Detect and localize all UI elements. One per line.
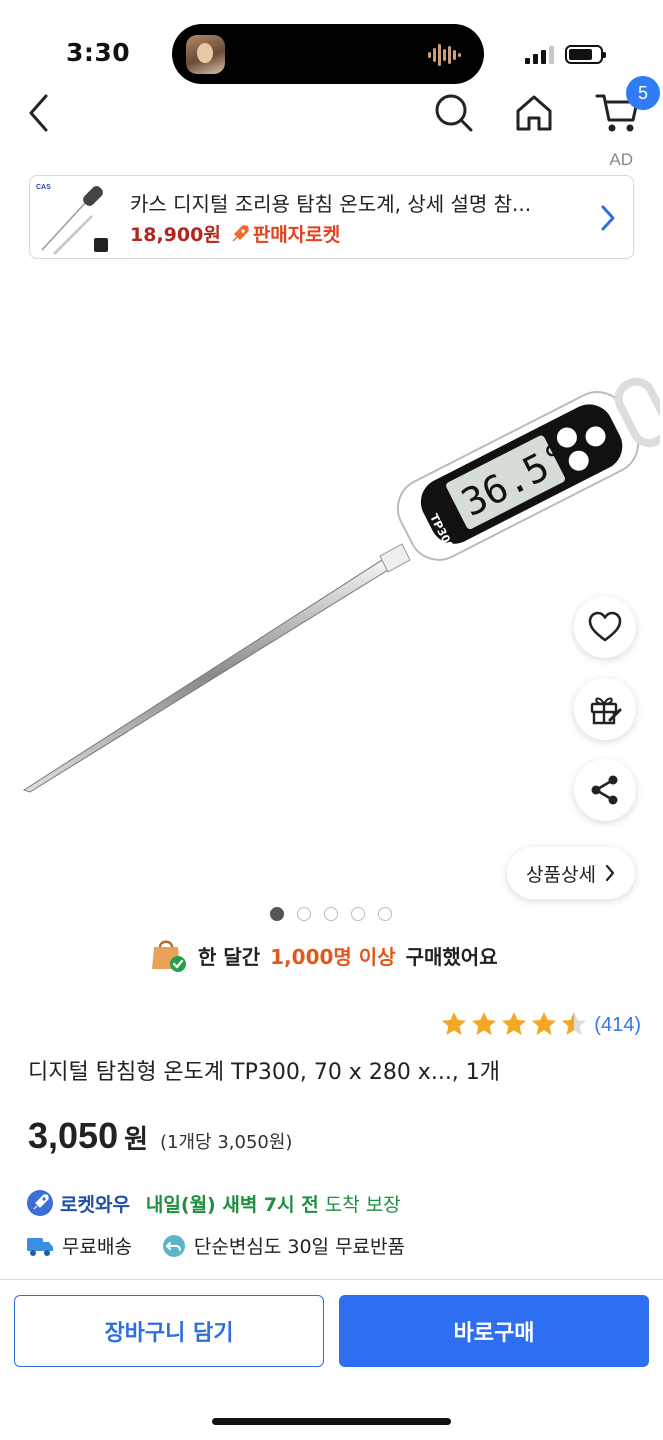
star-icons: [442, 1012, 587, 1035]
cellular-signal-icon: [525, 46, 555, 64]
rocket-wow-label: 로켓와우: [60, 1193, 130, 1216]
add-to-cart-button[interactable]: 장바구니 담기: [14, 1295, 324, 1367]
purchase-count: 1,000명 이상: [270, 944, 396, 969]
delivery-info: 로켓와우 내일(월) 새벽 7시 전 도착 보장: [26, 1189, 401, 1217]
rocket-icon: [232, 224, 249, 242]
now-playing-artwork: [186, 35, 225, 74]
star-rating: [440, 1010, 588, 1040]
price-currency: 원: [124, 1125, 149, 1155]
gift-button[interactable]: [574, 678, 636, 740]
product-title: 디지털 탐침형 온도계 TP300, 70 x 280 x..., 1개: [28, 1060, 501, 1085]
chevron-right-icon: [605, 864, 615, 882]
ad-title: 카스 디지털 조리용 탐침 온도계, 상세 설명 참...: [130, 192, 532, 216]
seller-rocket-badge: 판매자로켓: [229, 220, 340, 247]
search-icon: [435, 94, 473, 132]
rating[interactable]: (414): [440, 1010, 641, 1040]
ad-product-thumbnail: CAS: [36, 184, 108, 256]
cart-button[interactable]: 5: [590, 76, 660, 140]
purchase-stats: 한 달간 1,000명 이상 구매했어요: [150, 937, 498, 973]
review-count[interactable]: (414): [594, 1014, 641, 1037]
unit-price: (1개당 3,050원): [160, 1132, 293, 1153]
back-button[interactable]: [12, 86, 66, 140]
product-detail-label: 상품상세: [526, 863, 596, 886]
carousel-dot[interactable]: [324, 907, 338, 921]
ad-banner[interactable]: CAS 카스 디지털 조리용 탐침 온도계, 상세 설명 참... 18,900…: [29, 175, 634, 259]
search-button[interactable]: [427, 86, 481, 140]
share-button[interactable]: [574, 759, 636, 821]
home-button[interactable]: [507, 86, 561, 140]
home-indicator[interactable]: [212, 1418, 451, 1425]
gift-icon: [590, 697, 622, 725]
top-nav: 5: [0, 76, 663, 146]
chevron-left-icon: [29, 94, 48, 132]
price-amount: 3,050: [28, 1115, 119, 1156]
ad-badge-label: 판매자로켓: [252, 224, 341, 246]
buy-now-button[interactable]: 바로구매: [339, 1295, 649, 1367]
chevron-right-icon: [601, 205, 615, 231]
battery-level: [569, 49, 593, 60]
product-image[interactable]: 36.5°C TP300: [10, 320, 660, 840]
divider: [0, 1279, 663, 1280]
ad-label: AD: [609, 150, 633, 169]
rocket-wow-icon: [27, 1190, 53, 1216]
carousel-dot[interactable]: [270, 907, 284, 921]
shipping-info: 무료배송 단순변심도 30일 무료반품: [26, 1232, 405, 1259]
home-icon: [516, 95, 552, 131]
audio-wave-icon: [428, 44, 461, 66]
purchase-suffix: 구매했어요: [405, 944, 498, 969]
carousel-dot[interactable]: [297, 907, 311, 921]
price: 3,050 원 (1개당 3,050원): [28, 1115, 292, 1157]
ad-price: 18,900원: [130, 224, 221, 246]
dynamic-island: [172, 24, 484, 84]
share-icon: [591, 775, 618, 805]
battery-icon: [565, 45, 606, 64]
shopping-bag-check-icon: [152, 940, 186, 972]
cart-count-badge: 5: [626, 76, 660, 110]
return-policy-label: 단순변심도 30일 무료반품: [193, 1236, 405, 1258]
free-shipping-label: 무료배송: [62, 1236, 132, 1258]
status-bar: 3:30: [0, 0, 663, 90]
wishlist-button[interactable]: [574, 596, 636, 658]
purchase-prefix: 한 달간: [198, 944, 261, 969]
return-icon: [162, 1234, 185, 1257]
carousel-dot[interactable]: [378, 907, 392, 921]
heart-icon: [588, 611, 622, 642]
delivery-guarantee: 도착 보장: [324, 1193, 401, 1216]
ad-thumb-brand: CAS: [36, 184, 51, 191]
truck-icon: [27, 1237, 53, 1256]
delivery-date: 내일(월) 새벽 7시 전: [145, 1193, 319, 1216]
status-time: 3:30: [66, 38, 131, 67]
carousel-indicator: [270, 907, 392, 921]
product-detail-button[interactable]: 상품상세: [507, 847, 635, 899]
carousel-dot[interactable]: [351, 907, 365, 921]
